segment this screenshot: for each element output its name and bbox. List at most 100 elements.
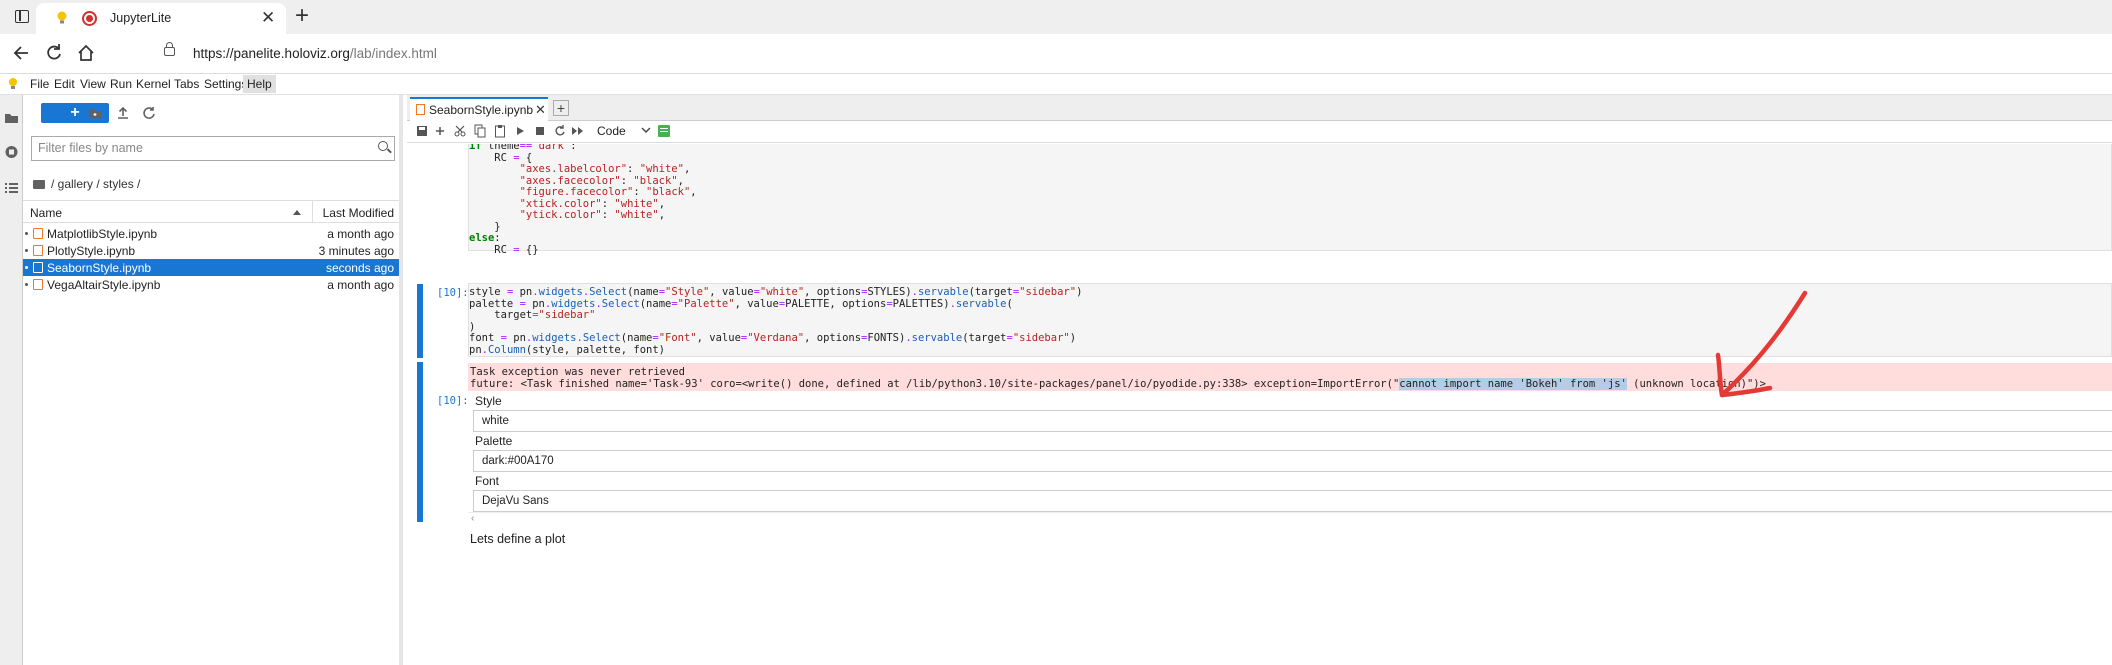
notebook-panel: SeabornStyle.ipynb ✕ + Code if theme=="d… <box>407 95 2112 665</box>
stderr-output: Task exception was never retrieved futur… <box>468 363 2112 391</box>
style-select[interactable]: white <box>473 410 2112 432</box>
menu-view[interactable]: View <box>76 77 110 91</box>
breadcrumb-path[interactable]: / gallery / styles / <box>51 177 140 191</box>
copy-icon[interactable] <box>473 124 487 138</box>
palette-select-label: Palette <box>475 434 513 448</box>
window-menu-icon[interactable] <box>15 10 29 23</box>
panel-preview-icon[interactable] <box>658 125 670 137</box>
insert-cell-icon[interactable] <box>433 124 447 138</box>
file-row[interactable]: MatplotlibStyle.ipynb a month ago <box>23 225 399 242</box>
jupyterlite-logo-icon <box>9 78 17 89</box>
style-select-value: white <box>482 415 509 427</box>
file-filter-input[interactable] <box>38 137 368 159</box>
menu-bar: File Edit View Run Kernel Tabs Settings … <box>0 74 2112 95</box>
output-prompt: [10]: <box>437 395 469 407</box>
code-cell-input[interactable]: if theme=="dark": RC = { "axes.labelcolo… <box>468 144 2112 255</box>
file-name: MatplotlibStyle.ipynb <box>47 227 158 241</box>
notebook-toolbar: Code <box>407 121 2112 143</box>
notebook-icon <box>33 228 43 239</box>
file-modified: a month ago <box>327 278 394 292</box>
lock-icon <box>164 42 175 56</box>
annotation-arrow-icon <box>1715 290 1808 398</box>
fast-forward-icon[interactable] <box>571 124 585 138</box>
palette-select-value: dark:#00A170 <box>482 455 554 467</box>
browser-tab-close-button[interactable]: ✕ <box>261 8 275 28</box>
code-cell-input[interactable]: style = pn.widgets.Select(name="Style", … <box>468 283 2112 357</box>
notebook-tab[interactable]: SeabornStyle.ipynb ✕ <box>410 97 548 121</box>
sort-ascending-icon[interactable] <box>293 210 301 215</box>
back-icon[interactable] <box>12 41 32 65</box>
code-editor[interactable]: if theme=="dark": RC = { "axes.labelcolo… <box>469 144 2111 256</box>
font-select-value: DejaVu Sans <box>482 495 549 507</box>
menu-help[interactable]: Help <box>243 75 276 93</box>
file-list-header: Name Last Modified <box>23 200 399 223</box>
file-name: SeabornStyle.ipynb <box>47 261 152 275</box>
running-kernels-icon[interactable] <box>4 145 19 159</box>
home-icon[interactable] <box>76 41 96 65</box>
new-folder-icon[interactable] <box>87 105 103 121</box>
bullet-icon <box>25 249 28 252</box>
file-row-selected[interactable]: SeabornStyle.ipynb seconds ago <box>23 259 399 276</box>
menu-kernel[interactable]: Kernel <box>132 77 175 91</box>
folder-icon[interactable] <box>4 111 19 125</box>
notebook-icon <box>33 279 43 290</box>
file-modified: seconds ago <box>325 261 394 275</box>
error-line-2: future: <Task finished name='Task-93' co… <box>470 377 1400 390</box>
address-bar: https://panelite.holoviz.org/lab/index.h… <box>0 34 2112 74</box>
url-host: https://panelite.holoviz.org <box>193 46 350 61</box>
run-icon[interactable] <box>513 124 527 138</box>
bullet-icon <box>25 266 28 269</box>
url-text[interactable]: https://panelite.holoviz.org/lab/index.h… <box>193 46 437 61</box>
column-header-modified[interactable]: Last Modified <box>323 206 394 220</box>
chevron-down-icon <box>641 127 651 133</box>
font-select[interactable]: DejaVu Sans <box>473 490 2112 512</box>
search-icon <box>378 141 388 151</box>
file-name: PlotlyStyle.ipynb <box>47 244 136 258</box>
file-row[interactable]: PlotlyStyle.ipynb 3 minutes ago <box>23 242 399 259</box>
save-icon[interactable] <box>415 124 429 138</box>
notebook-tab-bar: SeabornStyle.ipynb ✕ + <box>407 95 2112 121</box>
file-row[interactable]: VegaAltairStyle.ipynb a month ago <box>23 276 399 293</box>
palette-select[interactable]: dark:#00A170 <box>473 450 2112 472</box>
url-path: /lab/index.html <box>349 46 437 61</box>
notebook-icon <box>33 262 43 273</box>
file-filter-box <box>31 136 395 161</box>
stop-icon[interactable] <box>533 124 547 138</box>
style-select-label: Style <box>475 394 502 408</box>
error-line-1: Task exception was never retrieved <box>470 366 685 378</box>
paste-icon[interactable] <box>493 124 507 138</box>
table-of-contents-icon[interactable] <box>4 181 19 195</box>
menu-edit[interactable]: Edit <box>50 77 79 91</box>
column-divider[interactable] <box>312 201 313 223</box>
cell-collapser[interactable] <box>417 284 423 358</box>
cell-type-dropdown[interactable]: Code <box>597 124 651 138</box>
font-select-label: Font <box>475 474 500 488</box>
browser-tab[interactable]: JupyterLite ✕ <box>36 3 286 34</box>
highlighted-error-text: cannot import name 'Bokeh' from 'js' <box>1399 377 1627 390</box>
file-modified: a month ago <box>327 227 394 241</box>
reload-icon[interactable] <box>44 41 64 65</box>
notebook-cells: if theme=="dark": RC = { "axes.labelcolo… <box>407 144 2112 665</box>
menu-tabs[interactable]: Tabs <box>170 77 203 91</box>
refresh-icon[interactable] <box>141 105 157 121</box>
restart-icon[interactable] <box>553 124 567 138</box>
cut-icon[interactable] <box>453 124 467 138</box>
notebook-tab-close-button[interactable]: ✕ <box>535 102 546 118</box>
lightbulb-icon <box>57 11 67 24</box>
markdown-cell[interactable]: Lets define a plot <box>470 532 565 546</box>
url-field[interactable]: https://panelite.holoviz.org/lab/index.h… <box>150 39 2112 69</box>
folder-icon[interactable] <box>33 180 45 189</box>
input-prompt: [10]: <box>437 287 469 299</box>
output-horizontal-scrollbar[interactable]: ‹ <box>468 512 2112 524</box>
code-editor[interactable]: style = pn.widgets.Select(name="Style", … <box>469 286 2111 356</box>
browser-tab-title: JupyterLite <box>110 11 172 25</box>
scroll-left-icon[interactable]: ‹ <box>471 513 474 524</box>
file-name: VegaAltairStyle.ipynb <box>47 278 161 292</box>
upload-icon[interactable] <box>115 105 131 121</box>
notebook-icon <box>33 245 43 256</box>
output-collapser[interactable] <box>417 362 423 522</box>
new-tab-button[interactable]: + <box>295 3 309 29</box>
error-text: Task exception was never retrieved futur… <box>468 363 2112 390</box>
column-header-name[interactable]: Name <box>30 206 62 220</box>
new-tab-button[interactable]: + <box>553 100 569 116</box>
